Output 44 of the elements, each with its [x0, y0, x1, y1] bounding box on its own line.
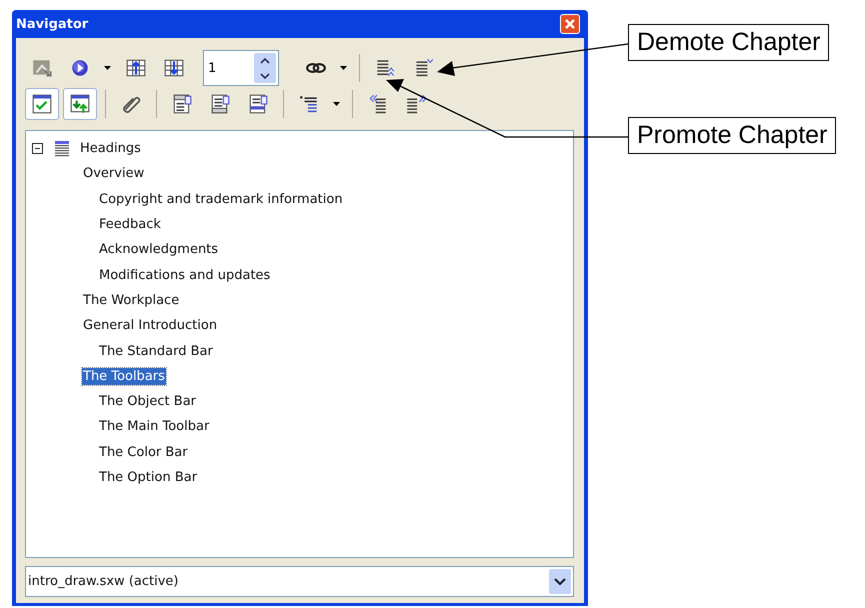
content-view-toggle[interactable] [25, 88, 59, 120]
tree-item[interactable]: The Toolbars [82, 368, 166, 385]
down-icon [260, 72, 270, 78]
document-select[interactable]: intro_draw.sxw (active) [25, 566, 574, 597]
drag-mode-toggle[interactable] [63, 88, 97, 120]
tree-item[interactable]: Overview [82, 165, 146, 182]
collapse-toggle[interactable] [32, 143, 43, 154]
close-button[interactable] [560, 14, 580, 34]
tree-item[interactable]: Modifications and updates [98, 266, 272, 284]
tree-item[interactable]: The Color Bar [98, 444, 189, 461]
tree-item[interactable]: Acknowledgments [98, 241, 220, 258]
chapter-number-field[interactable]: 1 [203, 50, 279, 86]
caret-icon [333, 102, 341, 106]
callout-label: Promote Chapter [628, 117, 836, 154]
footer-bar-icon [247, 93, 269, 115]
tree-item[interactable]: Copyright and trademark information [98, 190, 344, 208]
caret-icon [104, 66, 112, 70]
headings-icon [53, 140, 71, 158]
footer-icon [209, 93, 231, 115]
drag-mode-icon [69, 93, 91, 115]
chevron-down-icon [554, 578, 566, 586]
content-view-icon [31, 93, 53, 115]
tree-item[interactable]: General Introduction [82, 317, 218, 334]
header-icon [171, 93, 193, 115]
tree-item[interactable]: Feedback [98, 216, 162, 234]
close-icon [563, 17, 577, 31]
document-name: intro_draw.sxw (active) [28, 574, 178, 589]
tree-item[interactable]: The Option Bar [98, 469, 198, 486]
demote-level-icon [405, 93, 427, 115]
tree-item[interactable]: The Main Toolbar [98, 418, 210, 436]
spin-buttons[interactable] [254, 53, 276, 83]
table-down-icon [163, 57, 185, 79]
minus-icon [32, 143, 43, 154]
table-up-icon [125, 57, 147, 79]
tree-item[interactable]: Headings [79, 140, 142, 158]
number-input[interactable]: 1 [204, 51, 252, 85]
tree-item[interactable]: The Workplace [82, 292, 180, 309]
callout-label: Demote Chapter [628, 24, 830, 61]
caret-icon [340, 66, 348, 70]
window-title: Navigator [16, 16, 88, 32]
up-icon [260, 58, 270, 64]
tree-item[interactable]: The Object Bar [98, 393, 198, 410]
tree-item[interactable]: The Standard Bar [98, 342, 214, 360]
dropdown-button[interactable] [549, 569, 571, 594]
